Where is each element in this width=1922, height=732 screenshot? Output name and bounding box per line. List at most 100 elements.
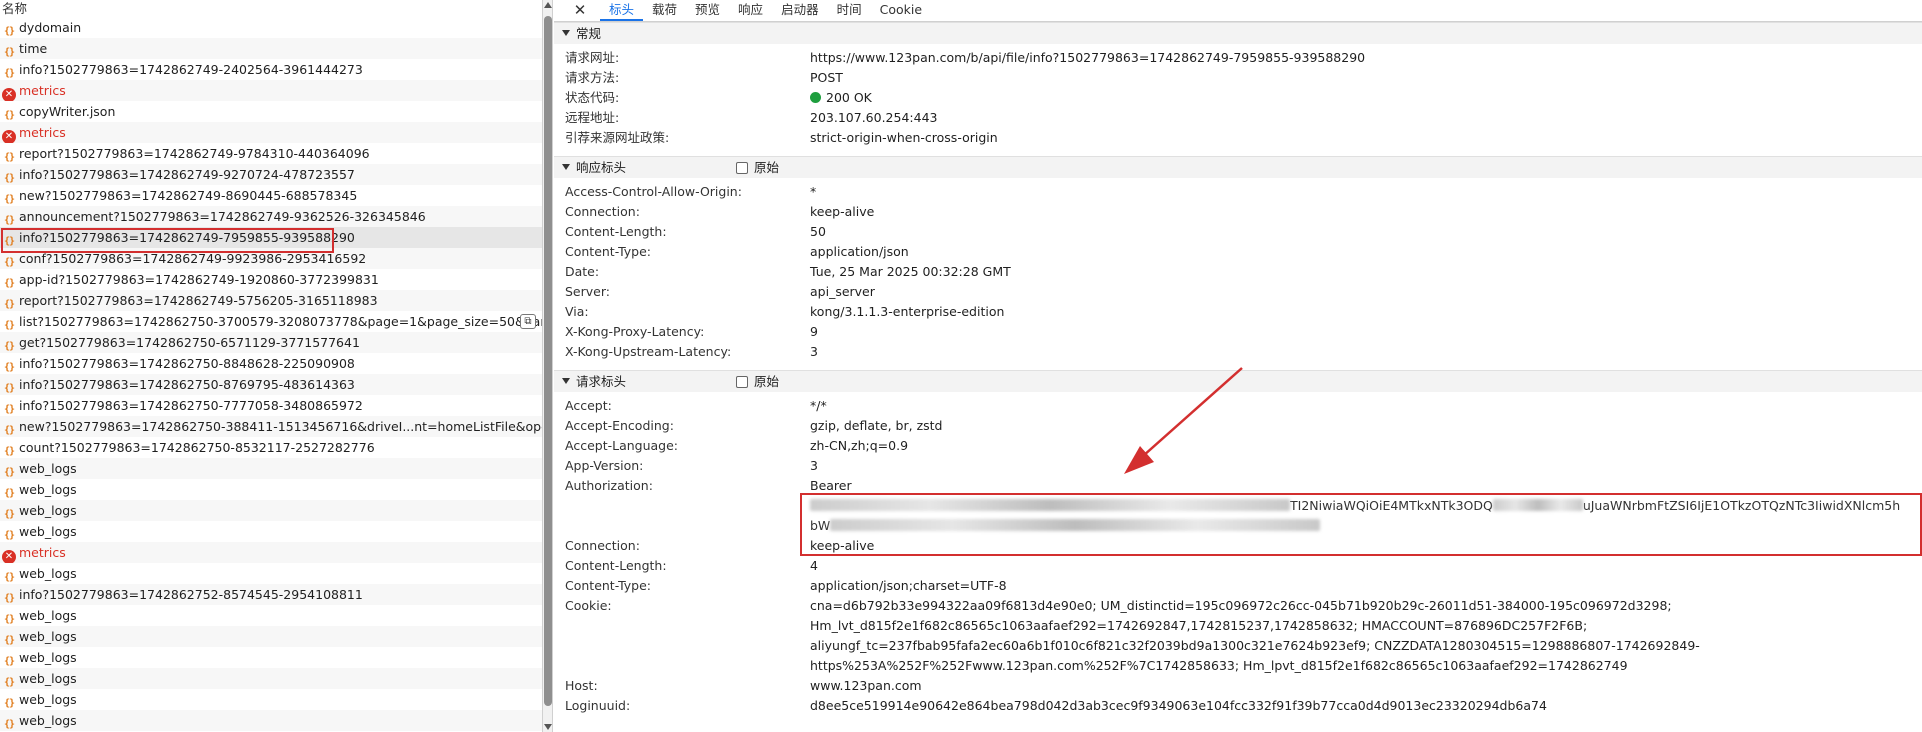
request-row[interactable]: {} conf?1502779863=1742862749-9923986-295… — [0, 248, 542, 269]
header-value[interactable]: 3 — [810, 342, 1922, 362]
header-value[interactable]: Tue, 25 Mar 2025 00:32:28 GMT — [810, 262, 1922, 282]
request-row[interactable]: ✕ metrics — [0, 80, 542, 101]
header-value[interactable]: * — [810, 182, 1922, 202]
tab-6[interactable]: Cookie — [871, 0, 931, 21]
request-row[interactable]: {} dydomain — [0, 17, 542, 38]
request-row[interactable]: {} get?1502779863=1742862750-6571129-3771… — [0, 332, 542, 353]
request-row[interactable]: {} copyWriter.json — [0, 101, 542, 122]
raw-toggle[interactable]: 原始 — [736, 371, 779, 393]
authorization-value[interactable]: Bearer TI2NiwiaWQiOiE4MTkxNTk3ODQ uJuaWNr… — [810, 476, 1922, 536]
header-value[interactable]: */* — [810, 396, 1922, 416]
request-name: metrics — [19, 545, 66, 560]
xhr-icon: {} — [3, 467, 15, 478]
request-row[interactable]: {} new?1502779863=1742862749-8690445-6885… — [0, 185, 542, 206]
header-value-text: POST — [810, 70, 843, 85]
header-row: Connection: keep-alive — [554, 536, 1922, 556]
scroll-thumb[interactable] — [544, 16, 552, 706]
cookie-value[interactable]: cna=d6b792b33e994322aa09f6813d4e90e0; UM… — [810, 596, 1922, 676]
request-row[interactable]: {} web_logs — [0, 479, 542, 500]
request-row[interactable]: {} web_logs — [0, 605, 542, 626]
scroll-down-arrow-icon[interactable] — [544, 724, 552, 730]
request-row[interactable]: {} web_logs — [0, 647, 542, 668]
header-value[interactable]: strict-origin-when-cross-origin — [810, 128, 1922, 148]
request-row[interactable]: {} web_logs — [0, 521, 542, 542]
header-value[interactable]: api_server — [810, 282, 1922, 302]
header-value[interactable]: 50 — [810, 222, 1922, 242]
name-column-header[interactable]: 名称 — [0, 0, 542, 17]
checkbox-icon[interactable] — [736, 376, 748, 388]
request-row[interactable]: {} info?1502779863=1742862750-8848628-225… — [0, 353, 542, 374]
request-row[interactable]: {} web_logs — [0, 626, 542, 647]
header-value[interactable]: 9 — [810, 322, 1922, 342]
tab-2[interactable]: 预览 — [686, 0, 729, 21]
general-section-header[interactable]: 常规 — [554, 22, 1922, 44]
request-row[interactable]: {} info?1502779863=1742862750-7777058-348… — [0, 395, 542, 416]
auth-token-fragment: uJuaWNrbmFtZSI6IjE1OTkzOTQzNTc3IiwidXNlc… — [1582, 498, 1901, 513]
collapse-triangle-icon — [562, 164, 570, 170]
request-name: metrics — [19, 83, 66, 98]
header-row: Content-Type: application/json;charset=UT… — [554, 576, 1922, 596]
request-row[interactable]: ✕ metrics — [0, 542, 542, 563]
header-value[interactable]: zh-CN,zh;q=0.9 — [810, 436, 1922, 456]
request-headers-section-header[interactable]: 请求标头 原始 — [554, 370, 1922, 392]
request-name: info?1502779863=1742862749-7959855-93958… — [19, 230, 355, 245]
request-row[interactable]: {} new?1502779863=1742862750-388411-15134… — [0, 416, 542, 437]
header-value[interactable]: application/json;charset=UTF-8 — [810, 576, 1922, 596]
tab-1[interactable]: 载荷 — [643, 0, 686, 21]
request-row[interactable]: {} web_logs — [0, 668, 542, 689]
header-value[interactable]: 200 OK — [810, 88, 1922, 108]
header-value[interactable]: keep-alive — [810, 202, 1922, 222]
request-name: web_logs — [19, 524, 77, 539]
raw-toggle[interactable]: 原始 — [736, 157, 779, 179]
xhr-icon: {} — [3, 719, 15, 730]
header-value[interactable]: keep-alive — [810, 536, 1922, 556]
request-row[interactable]: {} list?1502779863=1742862750-3700579-320… — [0, 311, 542, 332]
request-row[interactable]: {} count?1502779863=1742862750-8532117-25… — [0, 437, 542, 458]
header-row-authorization: Authorization: Bearer TI2NiwiaWQiOiE4MTk… — [554, 476, 1922, 536]
close-icon[interactable]: ✕ — [570, 1, 590, 21]
request-name: new?1502779863=1742862750-388411-1513456… — [19, 419, 542, 434]
tab-0[interactable]: 标头 — [600, 0, 644, 21]
request-row[interactable]: {} web_logs — [0, 563, 542, 584]
checkbox-icon[interactable] — [736, 162, 748, 174]
header-value[interactable]: d8ee5ce519914e90642e864bea798d042d3ab3ce… — [810, 696, 1922, 716]
tab-5[interactable]: 时间 — [828, 0, 871, 21]
request-row[interactable]: {} web_logs — [0, 500, 542, 521]
header-value[interactable]: 203.107.60.254:443 — [810, 108, 1922, 128]
response-headers-section-header[interactable]: 响应标头 原始 — [554, 156, 1922, 178]
request-row[interactable]: {} web_logs — [0, 710, 542, 731]
request-row[interactable]: {} info?1502779863=1742862749-2402564-396… — [0, 59, 542, 80]
tab-4[interactable]: 启动器 — [772, 0, 828, 21]
header-value[interactable]: kong/3.1.1.3-enterprise-edition — [810, 302, 1922, 322]
request-row[interactable]: {} report?1502779863=1742862749-5756205-3… — [0, 290, 542, 311]
request-row[interactable]: {} report?1502779863=1742862749-9784310-4… — [0, 143, 542, 164]
header-value[interactable]: www.123pan.com — [810, 676, 1922, 696]
tab-3[interactable]: 响应 — [729, 0, 772, 21]
header-value[interactable]: https://www.123pan.com/b/api/file/info?1… — [810, 48, 1922, 68]
request-row[interactable]: ✕ metrics — [0, 122, 542, 143]
header-value[interactable]: gzip, deflate, br, zstd — [810, 416, 1922, 436]
request-name: web_logs — [19, 482, 77, 497]
request-list-scrollbar[interactable] — [543, 0, 553, 732]
request-row[interactable]: {} info?1502779863=1742862749-9270724-478… — [0, 164, 542, 185]
request-row[interactable]: {} web_logs — [0, 689, 542, 710]
request-name: report?1502779863=1742862749-9784310-440… — [19, 146, 370, 161]
header-value[interactable]: 4 — [810, 556, 1922, 576]
header-value[interactable]: application/json — [810, 242, 1922, 262]
header-value[interactable]: 3 — [810, 456, 1922, 476]
request-name: time — [19, 41, 48, 56]
open-in-new-icon[interactable]: ⧉ — [520, 314, 536, 329]
request-row[interactable]: {} announcement?1502779863=1742862749-936… — [0, 206, 542, 227]
request-row[interactable]: {} app-id?1502779863=1742862749-1920860-3… — [0, 269, 542, 290]
scroll-up-arrow-icon[interactable] — [544, 2, 552, 8]
request-row[interactable]: {} info?1502779863=1742862752-8574545-295… — [0, 584, 542, 605]
request-row[interactable]: {} web_logs — [0, 458, 542, 479]
request-name: announcement?1502779863=1742862749-93625… — [19, 209, 426, 224]
xhr-icon: {} — [3, 173, 15, 184]
request-row[interactable]: {} info?1502779863=1742862750-8769795-483… — [0, 374, 542, 395]
request-row[interactable]: {} info?1502779863=1742862749-7959855-939… — [0, 227, 542, 248]
xhr-icon: {} — [3, 341, 15, 352]
request-row[interactable]: {} time — [0, 38, 542, 59]
header-key: Date: — [565, 264, 600, 279]
header-value[interactable]: POST — [810, 68, 1922, 88]
